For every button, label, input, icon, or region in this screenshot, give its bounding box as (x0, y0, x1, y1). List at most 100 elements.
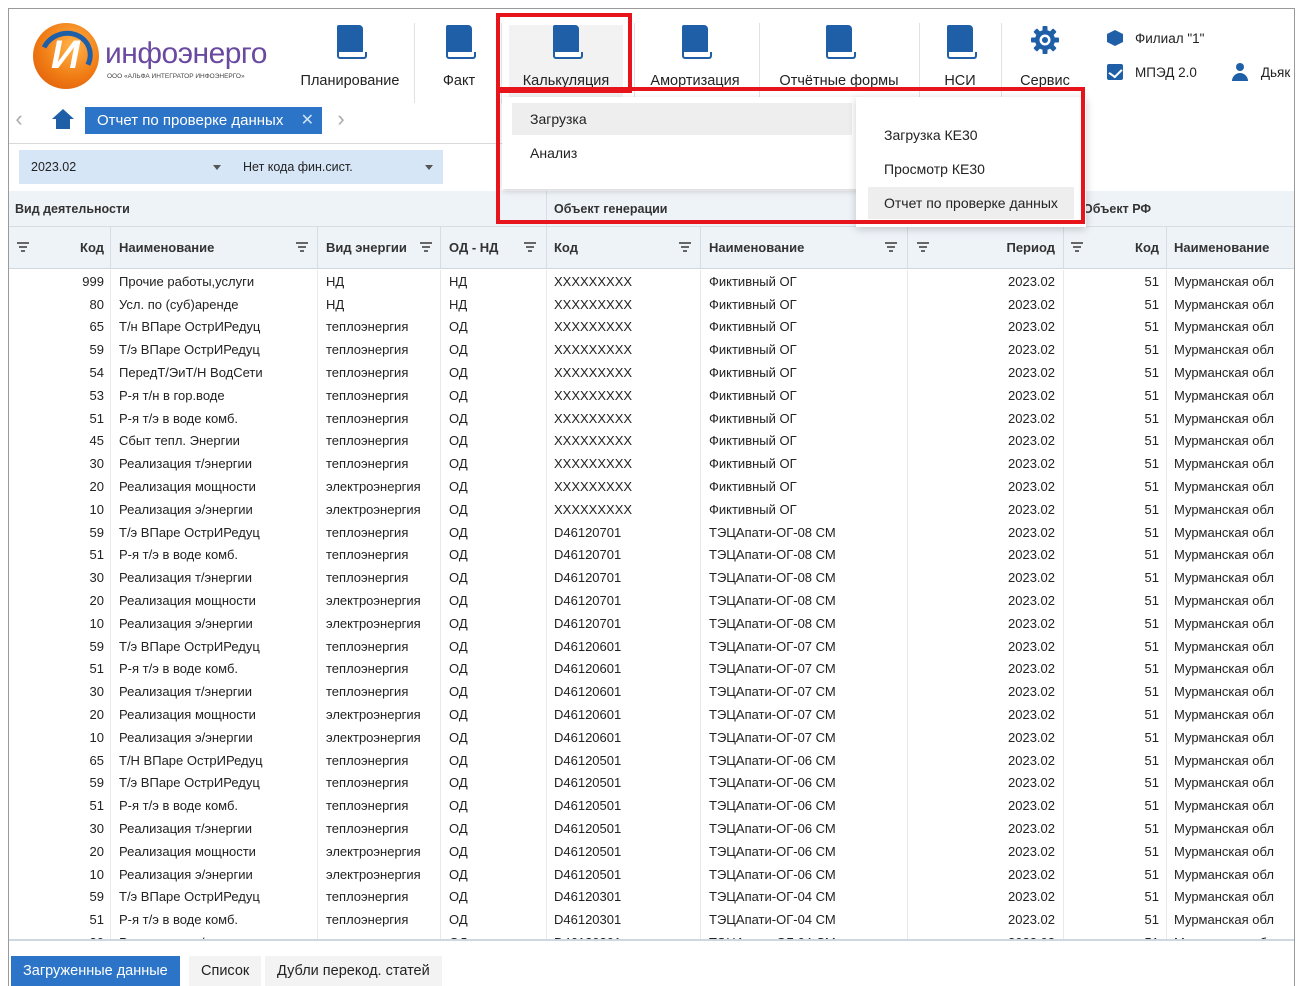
cell-code: 30 (89, 684, 104, 700)
cell-code: 65 (89, 319, 104, 335)
col-obj-name[interactable]: Наименование (709, 227, 849, 268)
nav-service[interactable]: Сервис (1007, 25, 1083, 97)
cell-obj-name: ТЭЦАпати-ОГ-07 СМ (709, 729, 836, 745)
table-row[interactable]: 20 Реализация мощности электроэнергия ОД D46… (9, 703, 1294, 726)
table-row[interactable]: 59 Т/э ВПаре ОстрИРедуц теплоэнергия ОД D461… (9, 634, 1294, 658)
horizontal-scrollbar[interactable] (9, 939, 1294, 941)
table-row[interactable]: 59 Т/э ВПаре ОстрИРедуц теплоэнергия ОД D461… (9, 520, 1294, 544)
nav-planning[interactable]: Планирование (289, 25, 411, 97)
table-row[interactable]: 65 Т/Н ВПаре ОстрИРедуц теплоэнергия ОД D461… (9, 748, 1294, 772)
table-row[interactable]: 30 Реализация т/энергии теплоэнергия ОД D461… (9, 566, 1294, 590)
table-row[interactable]: 10 Реализация э/энергии электроэнергия ОД D4… (9, 612, 1294, 635)
table-row[interactable]: 51 Р-я т/э в воде комб. теплоэнергия ОД D461… (9, 908, 1294, 932)
cell-od-nd: ОД (449, 342, 468, 358)
cell-name: ПередТ/ЭиТ/Н ВодСети (119, 365, 263, 381)
table-row[interactable]: 30 Реализация т/энергии теплоэнергия ОД D461… (9, 931, 1294, 939)
filter-icon[interactable] (917, 242, 929, 252)
cell-obj-name: ТЭЦАпати-ОГ-06 СМ (709, 752, 836, 768)
table-row[interactable]: 51 Р-я т/э в воде комб. теплоэнергия ОД D461… (9, 794, 1294, 818)
table-row[interactable]: 53 Р-я т/н в гор.воде теплоэнергия ОД XXXXXX… (9, 384, 1294, 407)
period-select[interactable]: 2023.02 (31, 150, 231, 184)
user-name[interactable]: Дьяк (1261, 65, 1290, 80)
table-row[interactable]: 30 Реализация т/энергии теплоэнергия ОД XXXX… (9, 452, 1294, 476)
table-row[interactable]: 51 Р-я т/э в воде комб. теплоэнергия ОД XXXX… (9, 406, 1294, 430)
col-energy[interactable]: Вид энергии (326, 227, 416, 268)
col-name[interactable]: Наименование (119, 227, 279, 268)
col-od-nd[interactable]: ОД - НД (449, 227, 509, 268)
close-icon[interactable]: ✕ (301, 107, 314, 134)
cell-period: 2023.02 (939, 931, 1055, 939)
filter-icon[interactable] (679, 242, 691, 252)
nav-fact[interactable]: Факт (427, 25, 491, 97)
table-row[interactable]: 65 Т/н ВПаре ОстрИРедуц теплоэнергия ОД XXXX… (9, 315, 1294, 339)
cell-energy: теплоэнергия (326, 387, 409, 403)
table-row[interactable]: 59 Т/э ВПаре ОстрИРедуц теплоэнергия ОД D461… (9, 771, 1294, 795)
table-row[interactable]: 10 Реализация э/энергии электроэнергия ОД XX… (9, 498, 1294, 521)
table-row[interactable]: 20 Реализация мощности электроэнергия ОД D46… (9, 589, 1294, 612)
table-row[interactable]: 54 ПередТ/ЭиТ/Н ВодСети теплоэнергия ОД XXXX… (9, 361, 1294, 384)
tab-scroll-left-icon[interactable]: ‹ (9, 107, 29, 133)
tab-scroll-right-icon[interactable]: › (331, 107, 351, 133)
col-rf-code[interactable]: Код (1089, 227, 1159, 268)
cell-rf-code: 51 (1144, 501, 1159, 517)
table-row[interactable]: 10 Реализация э/энергии электроэнергия ОД D4… (9, 862, 1294, 886)
table-row[interactable]: 30 Реализация т/энергии теплоэнергия ОД D461… (9, 680, 1294, 704)
branch-selector[interactable]: Филиал "1" (1107, 27, 1204, 49)
cell-od-nd: ОД (449, 798, 468, 814)
table-row[interactable]: 51 Р-я т/э в воде комб. теплоэнергия ОД D461… (9, 543, 1294, 567)
filter-icon[interactable] (17, 242, 29, 252)
col-obj-code[interactable]: Код (554, 227, 614, 268)
cell-rf-code: 51 (1144, 889, 1159, 905)
col-rf-name[interactable]: Наименование (1174, 227, 1294, 268)
nav-nsi[interactable]: НСИ (927, 25, 993, 97)
company-logo[interactable]: И инфоэнерго ООО «АЛЬФА ИНТЕГРАТОР ИНФОЭ… (32, 23, 273, 93)
submenu-item-load-ke30[interactable]: Загрузка КЕ30 (868, 119, 1074, 151)
cell-energy: теплоэнергия (326, 931, 438, 939)
filter-icon[interactable] (296, 242, 308, 252)
table-row[interactable]: 999 Прочие работы,услуги НД НД XXXXXXXXX Фикт… (9, 270, 1294, 293)
cell-period: 2023.02 (1008, 707, 1055, 723)
cell-name: Реализация мощности (119, 843, 256, 859)
table-row[interactable]: 30 Реализация т/энергии теплоэнергия ОД D461… (9, 817, 1294, 840)
filter-icon[interactable] (885, 242, 897, 252)
app-version[interactable]: МПЭД 2.0 Дьяк (1107, 61, 1290, 83)
col-code[interactable]: Код (39, 227, 104, 268)
table-row[interactable]: 20 Реализация мощности электроэнергия ОД XXX… (9, 475, 1294, 498)
filter-icon[interactable] (1071, 242, 1083, 252)
nav-reports[interactable]: Отчётные формы (769, 25, 909, 97)
table-row[interactable]: 59 Т/э ВПаре ОстрИРедуц теплоэнергия ОД XXXX… (9, 338, 1294, 362)
filter-icon[interactable] (524, 242, 536, 252)
nav-depreciation[interactable]: Амортизация (639, 25, 751, 97)
tab-loaded-data[interactable]: Загруженные данные (11, 956, 180, 986)
nav-calculation[interactable]: Калькуляция (509, 25, 623, 97)
cell-code: 10 (89, 615, 104, 631)
table-row[interactable]: 80 Усл. по (суб)аренде НД НД XXXXXXXXX Фиктив… (9, 292, 1294, 316)
cell-period: 2023.02 (1008, 410, 1055, 426)
table-row[interactable]: 20 Реализация мощности электроэнергия ОД D46… (9, 840, 1294, 863)
home-icon[interactable] (51, 109, 75, 131)
submenu-item-data-check-report[interactable]: Отчет по проверке данных (868, 187, 1074, 219)
cell-rf-name: Мурманская обл (1174, 342, 1274, 358)
cell-rf-code: 51 (1144, 684, 1159, 700)
table-row[interactable]: 45 Сбыт тепл. Энергии теплоэнергия ОД XXXXXX… (9, 429, 1294, 453)
filter-icon[interactable] (420, 242, 432, 252)
cell-period: 2023.02 (1008, 912, 1055, 928)
table-row[interactable]: 59 Т/э ВПаре ОстрИРедуц теплоэнергия ОД D461… (9, 885, 1294, 909)
chevron-down-icon[interactable] (213, 165, 221, 170)
col-period[interactable]: Период (939, 227, 1055, 268)
tab-duplicates[interactable]: Дубли перекод. статей (265, 956, 442, 986)
menu-item-analysis[interactable]: Анализ (512, 137, 852, 169)
cell-energy: теплоэнергия (326, 638, 409, 654)
table-row[interactable]: 10 Реализация э/энергии электроэнергия ОД D4… (9, 726, 1294, 749)
table-row[interactable]: 51 Р-я т/э в воде комб. теплоэнергия ОД D461… (9, 657, 1294, 681)
menu-item-load[interactable]: Загрузка (512, 103, 852, 135)
cell-code: 59 (89, 342, 104, 358)
submenu-item-view-ke30[interactable]: Просмотр КЕ30 (868, 153, 1074, 185)
cell-period: 2023.02 (1008, 365, 1055, 381)
tab-list[interactable]: Список (189, 956, 262, 986)
tab-data-check-report[interactable]: Отчет по проверке данных ✕ (85, 107, 322, 134)
fin-code-select[interactable]: Нет кода фин.сист. (243, 150, 433, 184)
chevron-down-icon[interactable] (425, 165, 433, 170)
grid-body: 999 Прочие работы,услуги НД НД XXXXXXXXX Фикт… (9, 270, 1294, 939)
cell-od-nd: ОД (449, 843, 468, 859)
